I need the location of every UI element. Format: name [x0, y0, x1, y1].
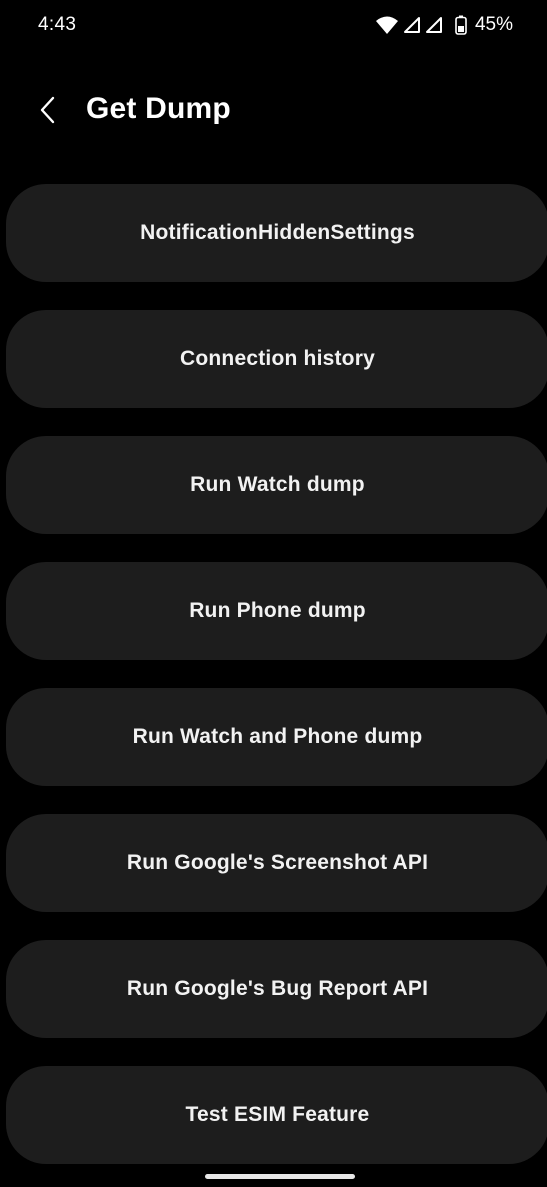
button-label: Run Google's Bug Report API	[126, 977, 429, 1000]
back-button[interactable]	[26, 90, 70, 134]
test-esim-feature-button[interactable]: Test ESIM Feature	[6, 1066, 547, 1164]
button-label: Run Watch and Phone dump	[132, 725, 423, 748]
signal-icon	[403, 16, 421, 34]
button-label: Connection history	[180, 347, 375, 370]
status-icons: 45%	[375, 12, 513, 38]
chevron-left-icon	[38, 95, 58, 130]
wifi-icon	[375, 15, 399, 35]
status-time: 4:43	[38, 14, 77, 35]
run-phone-dump-button[interactable]: Run Phone dump	[6, 562, 547, 660]
button-label: NotificationHiddenSettings	[140, 221, 415, 244]
button-label: Test ESIM Feature	[185, 1103, 370, 1126]
home-indicator[interactable]	[205, 1174, 355, 1179]
page-title: Get Dump	[86, 92, 231, 125]
battery-icon	[455, 15, 467, 35]
button-label: Run Phone dump	[189, 599, 366, 622]
app-header: Get Dump	[0, 80, 547, 144]
connection-history-button[interactable]: Connection history	[6, 310, 547, 408]
button-label: Run Watch dump	[190, 473, 365, 496]
status-bar: 4:43 45%	[0, 0, 547, 56]
signal-icon	[425, 16, 443, 34]
notification-hidden-settings-button[interactable]: NotificationHiddenSettings	[6, 184, 547, 282]
run-watch-dump-button[interactable]: Run Watch dump	[6, 436, 547, 534]
run-watch-and-phone-dump-button[interactable]: Run Watch and Phone dump	[6, 688, 547, 786]
button-label: Run Google's Screenshot API	[126, 851, 429, 874]
battery-percent: 45%	[474, 14, 513, 35]
run-bug-report-api-button[interactable]: Run Google's Bug Report API	[6, 940, 547, 1038]
run-screenshot-api-button[interactable]: Run Google's Screenshot API	[6, 814, 547, 912]
